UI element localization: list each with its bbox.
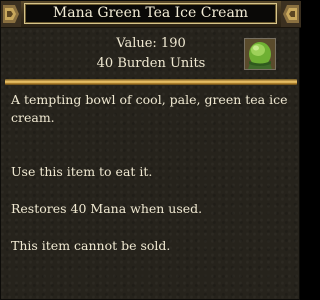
item-usage: Use this item to eat it.	[11, 164, 153, 179]
item-effect: Restores 40 Mana when used.	[11, 201, 203, 216]
left-corner-ornament-icon	[1, 1, 21, 27]
green-tea-ice-cream-icon	[244, 38, 276, 70]
section-divider	[5, 79, 297, 85]
right-corner-ornament-icon	[281, 1, 301, 27]
item-tooltip-panel: Mana Green Tea Ice Cream Value: 190 40 B…	[0, 0, 301, 300]
item-description: A tempting bowl of cool, pale, green tea…	[11, 92, 288, 125]
item-name-title: Mana Green Tea Ice Cream	[24, 3, 277, 24]
item-sell-note: This item cannot be sold.	[11, 238, 171, 253]
item-description-block: A tempting bowl of cool, pale, green tea…	[11, 91, 291, 255]
title-bar: Mana Green Tea Ice Cream	[1, 1, 301, 28]
